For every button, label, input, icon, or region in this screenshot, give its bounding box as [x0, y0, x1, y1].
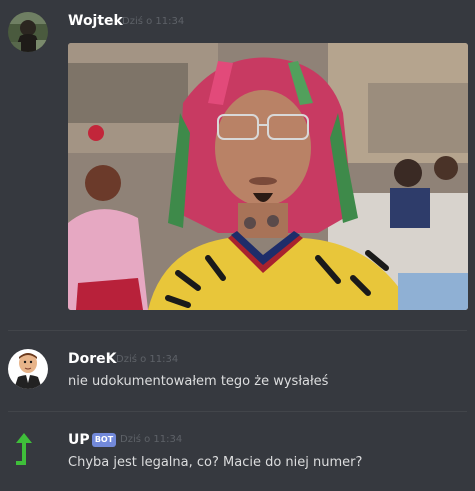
username-wojtek[interactable]: Wojtek	[68, 12, 123, 30]
chat-messages: Wojtek Dziś o 11:34 DoreK Dziś o 11:34 n…	[0, 0, 475, 491]
timestamp: Dziś o 11:34	[122, 16, 185, 27]
green-arrow-up-avatar[interactable]	[8, 429, 48, 469]
timestamp: Dziś o 11:34	[120, 434, 183, 445]
hooded-figure-avatar[interactable]	[8, 12, 48, 52]
message-divider	[8, 411, 467, 412]
timestamp: Dziś o 11:34	[116, 354, 179, 365]
message-text: Chyba jest legalna, co? Macie do niej nu…	[68, 455, 363, 470]
bot-badge: BOT	[92, 433, 116, 447]
username-up[interactable]: UP	[68, 431, 90, 449]
image-attachment[interactable]	[68, 43, 468, 310]
cartoon-man-avatar[interactable]	[8, 349, 48, 389]
message-divider	[8, 330, 467, 331]
message-text: nie udokumentowałem tego że wysłałeś	[68, 374, 329, 389]
username-dorek[interactable]: DoreK	[68, 350, 117, 368]
attachment-photo	[68, 43, 468, 310]
